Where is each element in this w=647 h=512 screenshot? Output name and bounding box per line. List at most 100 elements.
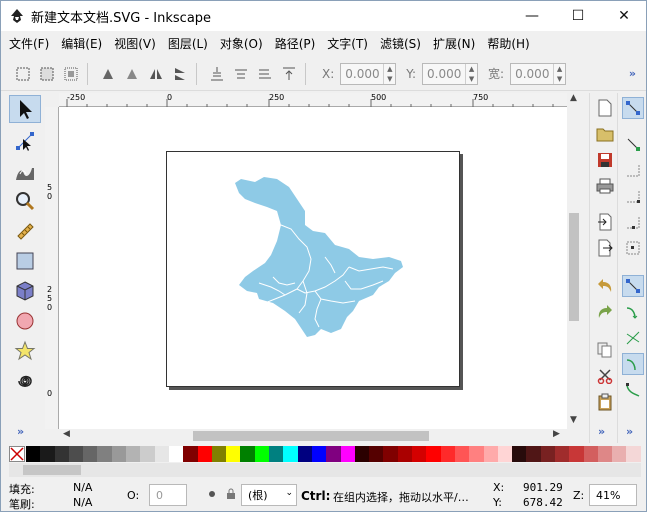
color-swatch[interactable]	[140, 446, 155, 462]
color-swatch[interactable]	[226, 446, 241, 462]
menu-layer[interactable]: 图层(L)	[168, 35, 208, 52]
width-input[interactable]: 0.000 ▲ ▼	[510, 62, 567, 85]
close-button[interactable]: ✕	[601, 1, 647, 31]
menu-object[interactable]: 对象(O)	[220, 35, 263, 52]
scroll-up-arrow[interactable]: ▲	[570, 93, 577, 103]
color-swatch[interactable]	[412, 446, 427, 462]
menu-extensions[interactable]: 扩展(N)	[433, 35, 475, 52]
color-swatch[interactable]	[554, 446, 570, 462]
color-swatch[interactable]	[440, 446, 455, 462]
open-folder-icon[interactable]	[594, 123, 616, 145]
drawing-canvas[interactable]	[59, 107, 567, 429]
color-swatch[interactable]	[497, 446, 513, 462]
scroll-down-arrow[interactable]: ▼	[570, 415, 577, 425]
zoom-input[interactable]: 41%	[589, 484, 637, 506]
layer-lock-icon[interactable]	[225, 488, 237, 503]
snap-bbox-edges-icon[interactable]	[622, 159, 644, 181]
opacity-input[interactable]: 0	[149, 484, 187, 506]
undo-icon[interactable]	[594, 275, 616, 297]
scroll-left-arrow[interactable]: ◀	[63, 429, 70, 439]
select-all-icon[interactable]	[13, 64, 33, 84]
save-disk-icon[interactable]	[594, 149, 616, 171]
menu-edit[interactable]: 编辑(E)	[61, 35, 102, 52]
palette-scroll-thumb[interactable]	[23, 465, 81, 475]
toolbox-more-button[interactable]: »	[17, 425, 24, 438]
flip-vertical-icon[interactable]	[170, 64, 190, 84]
scroll-right-arrow[interactable]: ▶	[553, 429, 560, 439]
color-swatch[interactable]	[97, 446, 112, 462]
snap-bbox-icon[interactable]	[622, 133, 644, 155]
color-swatch[interactable]	[311, 446, 327, 462]
menu-view[interactable]: 视图(V)	[114, 35, 156, 52]
color-swatch[interactable]	[126, 446, 141, 462]
color-swatch[interactable]	[340, 446, 355, 462]
width-spin-arrows[interactable]: ▲ ▼	[553, 63, 565, 84]
snap-bbox-corners-icon[interactable]	[622, 185, 644, 207]
stroke-value[interactable]: N/A	[73, 496, 92, 509]
3d-box-tool-button[interactable]	[9, 277, 41, 305]
color-swatch[interactable]	[68, 446, 84, 462]
color-swatch[interactable]	[83, 446, 98, 462]
zoom-tool-button[interactable]	[9, 187, 41, 215]
redo-icon[interactable]	[594, 301, 616, 323]
color-swatch[interactable]	[54, 446, 69, 462]
color-swatch[interactable]	[512, 446, 527, 462]
color-swatch[interactable]	[40, 446, 55, 462]
vertical-scroll-thumb[interactable]	[569, 213, 579, 321]
color-swatch[interactable]	[597, 446, 613, 462]
layer-dropdown[interactable]: (根) ⌄	[241, 484, 297, 506]
selector-tool-button[interactable]	[9, 95, 41, 123]
snap-bbox-centers-icon[interactable]	[622, 237, 644, 259]
flip-horizontal-icon[interactable]	[146, 64, 166, 84]
color-swatch[interactable]	[526, 446, 541, 462]
x-spin-arrows[interactable]: ▲ ▼	[383, 63, 395, 84]
color-swatch[interactable]	[26, 446, 41, 462]
toolbar-more-button[interactable]: »	[629, 67, 636, 80]
rectangle-tool-button[interactable]	[9, 247, 41, 275]
horizontal-scroll-thumb[interactable]	[193, 431, 429, 441]
color-swatch[interactable]	[183, 446, 198, 462]
color-swatch[interactable]	[326, 446, 341, 462]
color-swatch[interactable]	[612, 446, 627, 462]
color-swatch[interactable]	[426, 446, 441, 462]
palette-scrollbar[interactable]	[9, 463, 641, 477]
tweak-tool-button[interactable]	[9, 157, 41, 185]
color-swatch[interactable]	[383, 446, 398, 462]
color-swatch[interactable]	[111, 446, 127, 462]
toggle-layer-visibility-icon[interactable]	[206, 488, 218, 503]
color-swatch[interactable]	[369, 446, 384, 462]
copy-icon[interactable]	[594, 339, 616, 361]
color-swatch[interactable]	[297, 446, 312, 462]
color-swatch[interactable]	[569, 446, 584, 462]
spiral-tool-button[interactable]	[9, 367, 41, 395]
x-input[interactable]: 0.000 ▲ ▼	[340, 62, 397, 85]
no-paint-swatch[interactable]	[9, 446, 25, 462]
menu-text[interactable]: 文字(T)	[327, 35, 368, 52]
commands-more-button[interactable]: »	[598, 425, 605, 438]
ellipse-tool-button[interactable]	[9, 307, 41, 335]
province-outline[interactable]	[235, 177, 403, 337]
vertical-scrollbar[interactable]: ▲ ▼	[567, 93, 581, 429]
color-swatch[interactable]	[283, 446, 298, 462]
lower-icon[interactable]	[255, 64, 275, 84]
menu-help[interactable]: 帮助(H)	[487, 35, 529, 52]
fill-value[interactable]: N/A	[73, 481, 92, 494]
cut-scissors-icon[interactable]	[594, 365, 616, 387]
color-swatch[interactable]	[197, 446, 212, 462]
snap-paths-icon[interactable]	[622, 301, 644, 323]
color-swatch[interactable]	[454, 446, 470, 462]
deselect-icon[interactable]	[61, 64, 81, 84]
y-spin-arrows[interactable]: ▲ ▼	[465, 63, 477, 84]
snap-bbox-midpoints-icon[interactable]	[622, 211, 644, 233]
new-document-icon[interactable]	[594, 97, 616, 119]
color-swatch[interactable]	[240, 446, 255, 462]
paste-clipboard-icon[interactable]	[594, 391, 616, 413]
color-swatch[interactable]	[254, 446, 270, 462]
color-swatch[interactable]	[483, 446, 498, 462]
snap-intersections-icon[interactable]	[622, 327, 644, 349]
snap-cusp-nodes-icon[interactable]	[622, 353, 644, 375]
menu-filters[interactable]: 滤镜(S)	[380, 35, 421, 52]
color-swatch[interactable]	[469, 446, 484, 462]
horizontal-scrollbar[interactable]: ◀ ▶	[59, 429, 581, 443]
maximize-button[interactable]: ☐	[555, 1, 601, 31]
